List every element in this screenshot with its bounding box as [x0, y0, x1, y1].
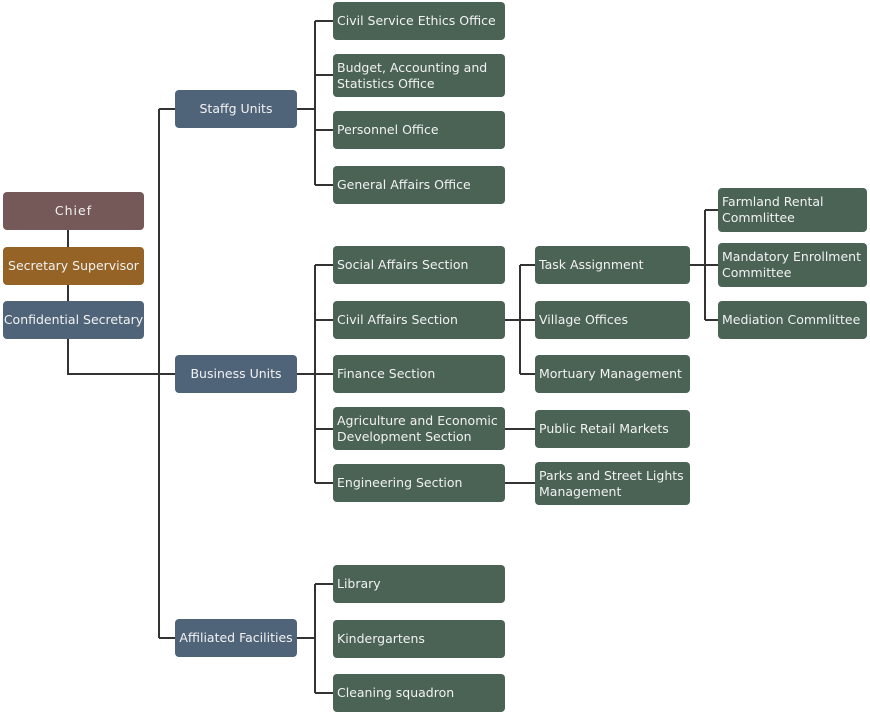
business-section-box: Civil Affairs Section	[333, 301, 505, 339]
business-section-box: Social Affairs Section	[333, 246, 505, 284]
parks-street-lights-box: Parks and Street Lights Management	[535, 462, 690, 505]
business-section-box: Finance Section	[333, 355, 505, 393]
chief-box: Chief	[3, 192, 144, 230]
civil-affairs-sub-box: Mortuary Management	[535, 355, 690, 393]
facility-box: Kindergartens	[333, 620, 505, 658]
secretary-supervisor-box: Secretary Supervisor	[3, 247, 144, 285]
staff-office-box: Budget, Accounting and Statistics Office	[333, 54, 505, 97]
business-section-box: Agriculture and Economic Development Sec…	[333, 407, 505, 450]
civil-affairs-sub-box: Village Offices	[535, 301, 690, 339]
committee-box: Farmland Rental Commlittee	[718, 188, 867, 232]
staff-office-box: General Affairs Office	[333, 166, 505, 204]
staff-office-box: Civil Service Ethics Office	[333, 2, 505, 40]
committee-box: Mediation Commlittee	[718, 301, 867, 339]
business-section-box: Engineering Section	[333, 464, 505, 502]
committee-box: Mandatory Enrollment Committee	[718, 243, 867, 287]
staff-units-box: Staffg Units	[175, 90, 297, 128]
facility-box: Library	[333, 565, 505, 603]
facility-box: Cleaning squadron	[333, 674, 505, 712]
staff-office-box: Personnel Office	[333, 111, 505, 149]
affiliated-facilities-box: Affiliated Facilities	[175, 619, 297, 657]
business-units-box: Business Units	[175, 355, 297, 393]
public-retail-markets-box: Public Retail Markets	[535, 410, 690, 448]
org-chart: Chief Secretary Supervisor Confidential …	[0, 0, 870, 715]
civil-affairs-sub-box: Task Assignment	[535, 246, 690, 284]
confidential-secretary-box: Confidential Secretary	[3, 301, 144, 339]
